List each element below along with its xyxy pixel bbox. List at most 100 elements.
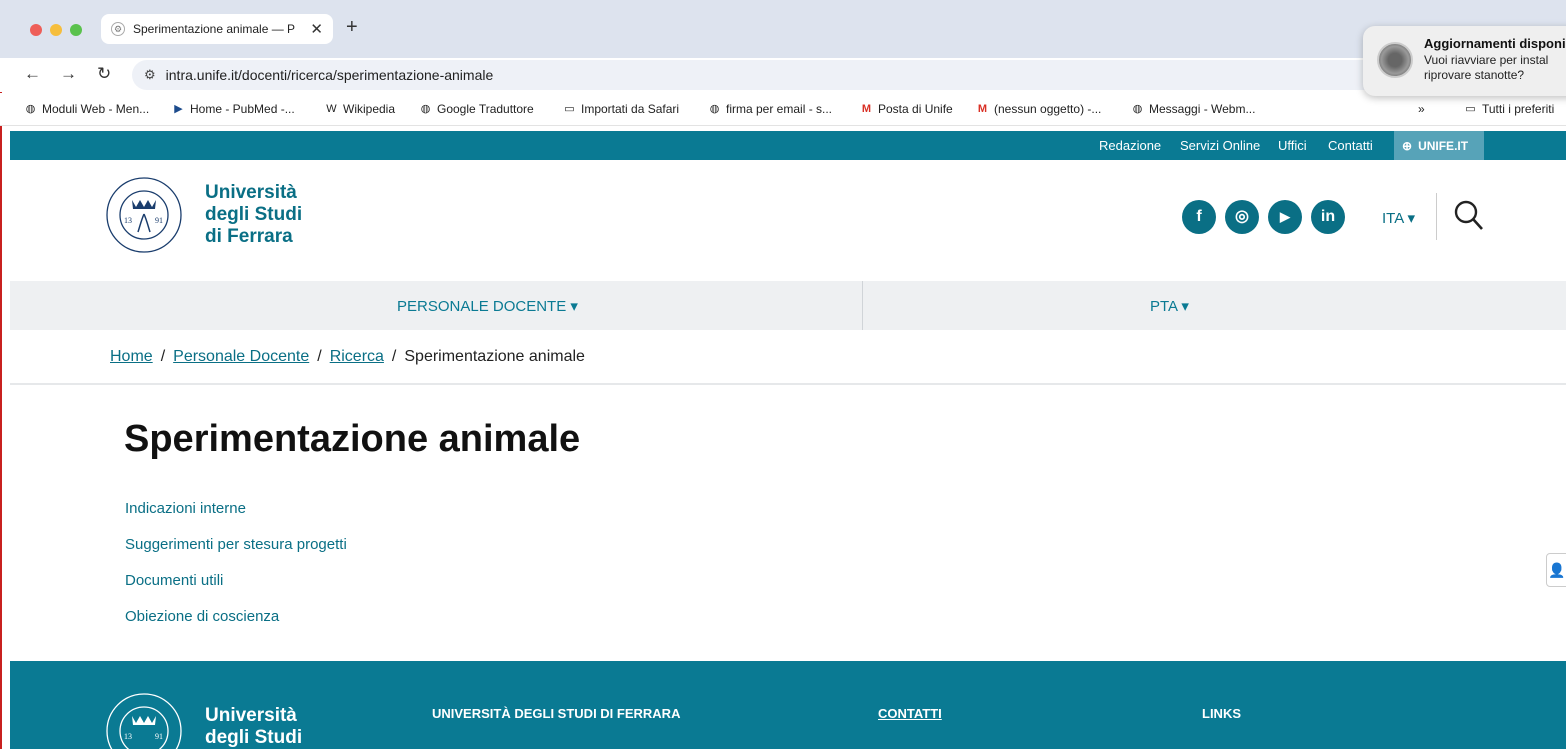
university-seal-icon: 13 91 xyxy=(106,693,182,749)
bookmark-label: Wikipedia xyxy=(343,102,396,116)
globe-icon: ◍ xyxy=(420,102,431,115)
pubmed-icon: ▶ xyxy=(174,102,183,115)
reload-icon[interactable]: ↻ xyxy=(97,64,111,84)
linkedin-icon[interactable]: in xyxy=(1311,200,1345,234)
bookmark-label: Messaggi - Webm... xyxy=(1149,102,1256,116)
favicon-icon: ⚙ xyxy=(111,22,125,36)
topbar-link-servizi-online[interactable]: Servizi Online xyxy=(1180,138,1260,153)
youtube-icon[interactable]: ▶ xyxy=(1268,200,1302,234)
topbar-link-redazione[interactable]: Redazione xyxy=(1099,138,1161,153)
seal-year-left: 13 xyxy=(124,732,132,741)
breadcrumb-current: Sperimentazione animale xyxy=(404,348,585,365)
search-icon[interactable] xyxy=(1454,200,1484,232)
bookmark-label: Google Traduttore xyxy=(437,102,534,116)
breadcrumb-ricerca[interactable]: Ricerca xyxy=(330,348,384,365)
instagram-icon[interactable]: ◎ xyxy=(1225,200,1259,234)
bookmark-label: Home - PubMed -... xyxy=(190,102,295,116)
close-tab-icon[interactable]: ✕ xyxy=(310,20,323,38)
system-notification[interactable]: Aggiornamenti disponi Vuoi riavviare per… xyxy=(1363,26,1566,96)
browser-tab[interactable]: ⚙ Sperimentazione animale — P ✕ xyxy=(101,14,333,44)
content-links: Indicazioni interne Suggerimenti per ste… xyxy=(125,500,347,644)
folder-icon: ▭ xyxy=(564,102,575,115)
notification-title: Aggiornamenti disponi xyxy=(1424,36,1566,51)
nav-personale-docente[interactable]: PERSONALE DOCENTE ▾ xyxy=(397,297,578,315)
bookmark-label: (nessun oggetto) -... xyxy=(994,102,1102,116)
language-selector[interactable]: ITA ▾ xyxy=(1382,209,1415,227)
user-profile-icon[interactable]: 👤 xyxy=(1546,553,1566,587)
breadcrumb-separator: / xyxy=(391,348,397,365)
page-title: Sperimentazione animale xyxy=(124,418,581,460)
bookmark-item[interactable]: ▭ Importati da Safari xyxy=(563,102,679,116)
link-documenti-utili[interactable]: Documenti utili xyxy=(125,572,347,608)
close-window-button[interactable] xyxy=(30,24,42,36)
folder-icon: ▭ xyxy=(1465,102,1476,115)
facebook-icon[interactable]: f xyxy=(1182,200,1216,234)
footer-heading-links: LINKS xyxy=(1202,706,1241,721)
footer-brand-line: Università xyxy=(205,705,297,726)
gmail-icon: M xyxy=(977,102,988,115)
bookmark-label: firma per email - s... xyxy=(726,102,833,116)
bookmarks-bar: ◍ Moduli Web - Men... ▶ Home - PubMed -...… xyxy=(0,93,1566,126)
breadcrumb-personale-docente[interactable]: Personale Docente xyxy=(173,348,309,365)
link-obiezione-coscienza[interactable]: Obiezione di coscienza xyxy=(125,608,347,644)
footer-university-name: Università degli Studi xyxy=(205,705,302,749)
brand-line: degli Studi xyxy=(205,204,303,225)
topbar-link-uffici[interactable]: Uffici xyxy=(1278,138,1307,153)
all-bookmarks[interactable]: ▭ Tutti i preferiti xyxy=(1464,102,1554,116)
link-suggerimenti-progetti[interactable]: Suggerimenti per stesura progetti xyxy=(125,536,347,572)
header-divider xyxy=(1436,193,1437,240)
arrow-right-icon[interactable]: → xyxy=(60,64,77,84)
maximize-window-button[interactable] xyxy=(70,24,82,36)
topbar-link-contatti[interactable]: Contatti xyxy=(1328,138,1373,153)
site-settings-icon[interactable]: ⚙ xyxy=(144,67,156,83)
nav-divider xyxy=(862,281,863,330)
brand-line: di Ferrara xyxy=(205,226,293,247)
notification-body: Vuoi riavviare per instal riprovare stan… xyxy=(1424,53,1549,82)
breadcrumb-separator: / xyxy=(160,348,166,365)
bookmark-item[interactable]: ◍ firma per email - s... xyxy=(708,102,832,116)
site-top-bar: Redazione Servizi Online Uffici Contatti… xyxy=(10,131,1566,160)
system-preferences-icon xyxy=(1377,42,1413,78)
seal-year-left: 13 xyxy=(124,216,132,225)
more-bookmarks-button[interactable]: » xyxy=(1418,102,1425,116)
bookmark-item[interactable]: M Posta di Unife xyxy=(860,102,953,116)
new-tab-button[interactable]: + xyxy=(346,16,358,39)
bookmark-item[interactable]: M (nessun oggetto) -... xyxy=(976,102,1101,116)
footer-brand-line: degli Studi xyxy=(205,727,303,748)
bookmark-label: Importati da Safari xyxy=(581,102,680,116)
breadcrumb-divider xyxy=(10,383,1566,385)
link-indicazioni-interne[interactable]: Indicazioni interne xyxy=(125,500,347,536)
wikipedia-icon: W xyxy=(326,102,337,115)
bookmark-item[interactable]: ▶ Home - PubMed -... xyxy=(172,102,295,116)
breadcrumb: Home / Personale Docente / Ricerca / Speriment… xyxy=(110,348,585,366)
browser-toolbar: ← → ↻ ⚙ intra.unife.it/docenti/ricerca/s… xyxy=(0,58,1566,92)
globe-icon: ◍ xyxy=(1132,102,1143,115)
minimize-window-button[interactable] xyxy=(50,24,62,36)
unife-link-button[interactable]: ⊕ UNIFE.IT xyxy=(1394,131,1484,160)
arrow-left-icon[interactable]: ← xyxy=(24,64,41,84)
bookmark-item[interactable]: W Wikipedia xyxy=(325,102,395,116)
brand-line: Università xyxy=(205,182,297,203)
university-seal-icon[interactable]: 13 91 xyxy=(105,176,183,254)
footer-heading-university: UNIVERSITÀ DEGLI STUDI DI FERRARA xyxy=(432,706,681,721)
bookmark-item[interactable]: ◍ Messaggi - Webm... xyxy=(1131,102,1256,116)
bookmark-label: Moduli Web - Men... xyxy=(42,102,150,116)
footer-link-contatti[interactable]: CONTATTI xyxy=(878,706,942,721)
browser-tab-strip: ⚙ Sperimentazione animale — P ✕ + xyxy=(0,0,1566,58)
breadcrumb-home[interactable]: Home xyxy=(110,348,153,365)
main-navigation: PERSONALE DOCENTE ▾ PTA ▾ xyxy=(10,281,1566,330)
seal-year-right: 91 xyxy=(155,216,163,225)
unife-label: UNIFE.IT xyxy=(1418,138,1469,153)
url-text: intra.unife.it/docenti/ricerca/speriment… xyxy=(165,67,494,83)
address-bar[interactable]: ⚙ intra.unife.it/docenti/ricerca/sperime… xyxy=(132,60,1432,90)
bookmark-item[interactable]: ◍ Google Traduttore xyxy=(419,102,534,116)
bookmark-label: Posta di Unife xyxy=(878,102,953,116)
nav-pta[interactable]: PTA ▾ xyxy=(1150,297,1189,315)
all-bookmarks-label: Tutti i preferiti xyxy=(1482,102,1555,116)
seal-year-right: 91 xyxy=(155,732,163,741)
bookmark-item[interactable]: ◍ Moduli Web - Men... xyxy=(24,102,149,116)
site-footer: 13 91 Università degli Studi UNIVERSITÀ … xyxy=(10,661,1566,749)
tab-title: Sperimentazione animale — P xyxy=(132,22,296,36)
university-name[interactable]: Università degli Studi di Ferrara xyxy=(205,182,302,248)
globe-icon: ◍ xyxy=(25,102,36,115)
